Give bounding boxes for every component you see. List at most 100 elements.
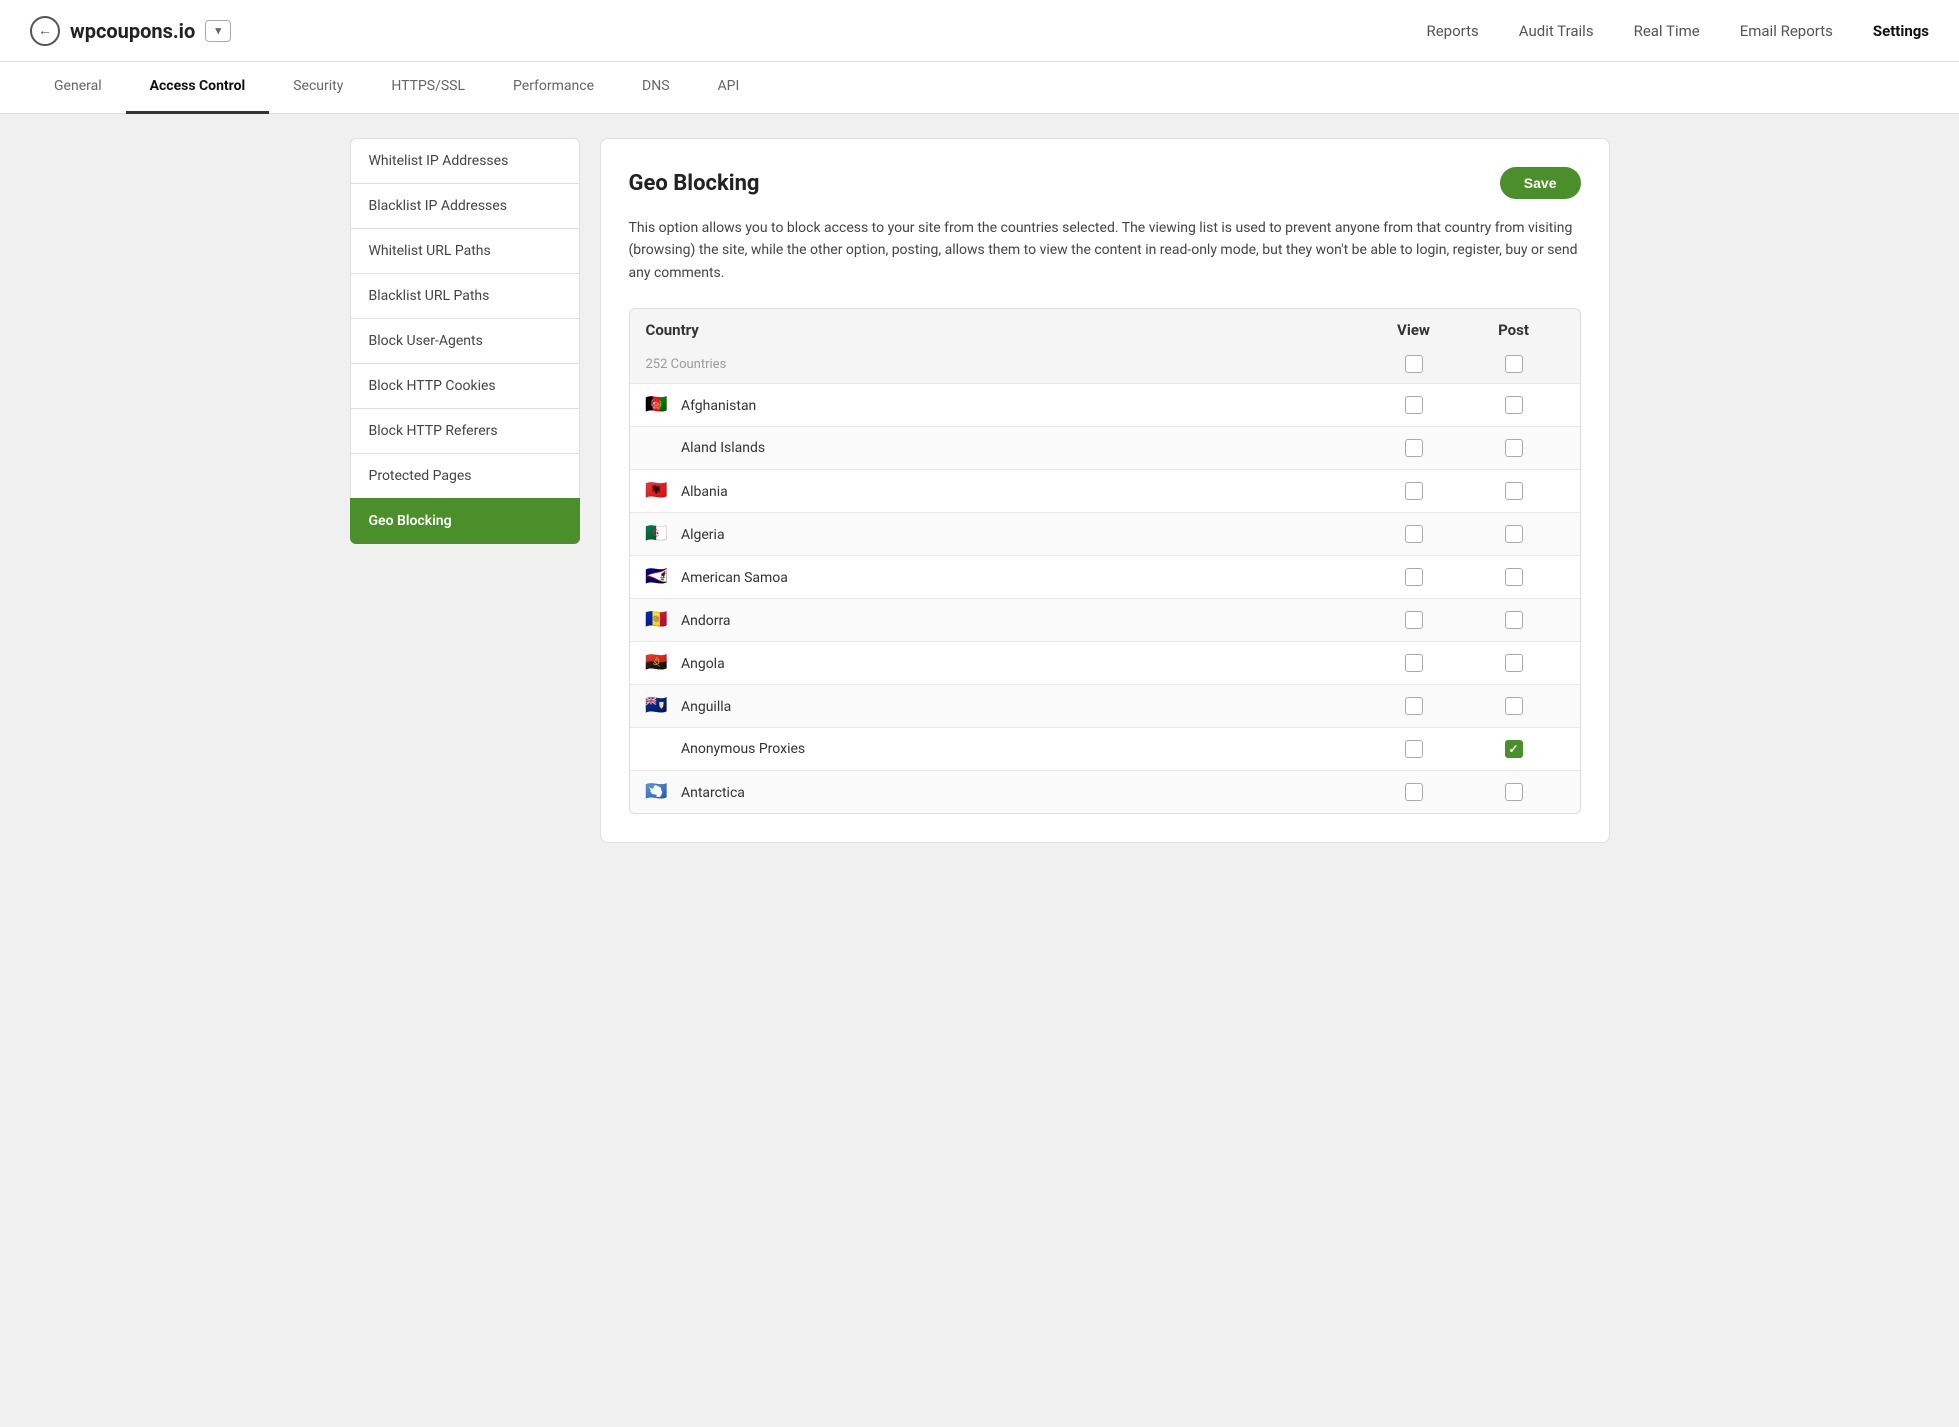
country-rows: 🇦🇫 Afghanistan Aland Islands 🇦🇱 xyxy=(630,383,1580,813)
country-name: 🇦🇱 Albania xyxy=(646,483,1364,500)
post-checkbox[interactable] xyxy=(1505,740,1523,758)
country-name: 🇦🇸 American Samoa xyxy=(646,569,1364,586)
post-checkbox-cell xyxy=(1464,783,1564,801)
post-checkbox-cell xyxy=(1464,611,1564,629)
col-country-header: Country xyxy=(646,321,1364,339)
view-checkbox-cell xyxy=(1364,525,1464,543)
tab-performance[interactable]: Performance xyxy=(489,62,618,114)
view-checkbox[interactable] xyxy=(1405,482,1423,500)
sidebar-item-block-http-referers[interactable]: Block HTTP Referers xyxy=(350,408,580,453)
country-flag: 🇦🇮 xyxy=(646,698,668,713)
view-checkbox-cell xyxy=(1364,697,1464,715)
post-checkbox[interactable] xyxy=(1505,654,1523,672)
sidebar-item-block-user-agents[interactable]: Block User-Agents xyxy=(350,318,580,363)
table-row: 🇦🇸 American Samoa xyxy=(630,555,1580,598)
post-checkbox[interactable] xyxy=(1505,783,1523,801)
country-name: 🇦🇫 Afghanistan xyxy=(646,397,1364,414)
nav-audit-trails[interactable]: Audit Trails xyxy=(1519,22,1594,40)
sidebar-item-protected-pages[interactable]: Protected Pages xyxy=(350,453,580,498)
table-row: 🇦🇱 Albania xyxy=(630,469,1580,512)
nav-real-time[interactable]: Real Time xyxy=(1634,22,1700,40)
post-checkbox-cell xyxy=(1464,740,1564,758)
content-area: Geo Blocking Save This option allows you… xyxy=(600,138,1610,843)
back-button[interactable]: ← xyxy=(30,16,60,46)
sidebar-item-blacklist-url[interactable]: Blacklist URL Paths xyxy=(350,273,580,318)
country-flag: 🇦🇩 xyxy=(646,612,668,627)
country-name: 🇦🇴 Angola xyxy=(646,655,1364,672)
country-name: 🇩🇿 Algeria xyxy=(646,526,1364,543)
table-row: Anonymous Proxies xyxy=(630,727,1580,770)
tab-dns[interactable]: DNS xyxy=(618,62,694,114)
col-post-header: Post xyxy=(1464,321,1564,339)
view-checkbox-cell xyxy=(1364,439,1464,457)
country-name: 🇦🇩 Andorra xyxy=(646,612,1364,629)
sidebar-item-geo-blocking[interactable]: Geo Blocking xyxy=(350,498,580,544)
country-flag: 🇦🇶 xyxy=(646,784,668,799)
country-flag: 🇦🇸 xyxy=(646,569,668,584)
description-text: This option allows you to block access t… xyxy=(629,217,1581,284)
sidebar: Whitelist IP Addresses Blacklist IP Addr… xyxy=(350,138,580,843)
save-button[interactable]: Save xyxy=(1500,167,1581,199)
post-checkbox-cell xyxy=(1464,568,1564,586)
country-flag: 🇦🇱 xyxy=(646,483,668,498)
view-checkbox[interactable] xyxy=(1405,783,1423,801)
table-header-row: Country View Post xyxy=(630,309,1580,351)
sidebar-item-blacklist-ip[interactable]: Blacklist IP Addresses xyxy=(350,183,580,228)
country-name: 🇦🇮 Anguilla xyxy=(646,698,1364,715)
content-header: Geo Blocking Save xyxy=(629,167,1581,199)
table-row: 🇩🇿 Algeria xyxy=(630,512,1580,555)
view-checkbox[interactable] xyxy=(1405,654,1423,672)
nav-settings[interactable]: Settings xyxy=(1873,22,1929,40)
nav-email-reports[interactable]: Email Reports xyxy=(1740,22,1833,40)
table-row: Aland Islands xyxy=(630,426,1580,469)
select-all-post-checkbox[interactable] xyxy=(1505,355,1523,373)
page-title: Geo Blocking xyxy=(629,171,760,196)
country-name: Aland Islands xyxy=(646,440,1364,456)
view-checkbox[interactable] xyxy=(1405,568,1423,586)
top-navigation: ← wpcoupons.io ▾ Reports Audit Trails Re… xyxy=(0,0,1959,62)
select-all-view-checkbox[interactable] xyxy=(1405,355,1423,373)
post-checkbox[interactable] xyxy=(1505,439,1523,457)
brand-name: wpcoupons.io xyxy=(70,19,195,43)
tab-api[interactable]: API xyxy=(694,62,764,114)
post-checkbox[interactable] xyxy=(1505,611,1523,629)
post-checkbox[interactable] xyxy=(1505,697,1523,715)
sidebar-item-block-http-cookies[interactable]: Block HTTP Cookies xyxy=(350,363,580,408)
table-row: 🇦🇫 Afghanistan xyxy=(630,383,1580,426)
country-flag: 🇦🇫 xyxy=(646,397,668,412)
view-checkbox-cell xyxy=(1364,568,1464,586)
table-row: 🇦🇶 Antarctica xyxy=(630,770,1580,813)
view-checkbox[interactable] xyxy=(1405,697,1423,715)
view-checkbox-cell xyxy=(1364,396,1464,414)
tab-general[interactable]: General xyxy=(30,62,126,114)
nav-reports[interactable]: Reports xyxy=(1426,22,1478,40)
country-name: 🇦🇶 Antarctica xyxy=(646,784,1364,801)
view-checkbox[interactable] xyxy=(1405,396,1423,414)
post-checkbox[interactable] xyxy=(1505,568,1523,586)
view-checkbox-cell xyxy=(1364,611,1464,629)
tab-https-ssl[interactable]: HTTPS/SSL xyxy=(367,62,489,114)
view-checkbox[interactable] xyxy=(1405,740,1423,758)
tab-bar: General Access Control Security HTTPS/SS… xyxy=(0,62,1959,114)
col-view-header: View xyxy=(1364,321,1464,339)
post-checkbox-cell xyxy=(1464,525,1564,543)
view-checkbox[interactable] xyxy=(1405,439,1423,457)
view-checkbox-cell xyxy=(1364,654,1464,672)
view-checkbox-cell xyxy=(1364,740,1464,758)
country-flag: 🇦🇴 xyxy=(646,655,668,670)
view-checkbox[interactable] xyxy=(1405,611,1423,629)
top-nav-links: Reports Audit Trails Real Time Email Rep… xyxy=(1426,22,1929,40)
sidebar-item-whitelist-ip[interactable]: Whitelist IP Addresses xyxy=(350,138,580,183)
post-checkbox[interactable] xyxy=(1505,482,1523,500)
view-checkbox-cell xyxy=(1364,482,1464,500)
country-count: 252 Countries xyxy=(646,357,1364,372)
view-checkbox[interactable] xyxy=(1405,525,1423,543)
post-checkbox[interactable] xyxy=(1505,396,1523,414)
tab-security[interactable]: Security xyxy=(269,62,367,114)
sidebar-item-whitelist-url[interactable]: Whitelist URL Paths xyxy=(350,228,580,273)
country-table: Country View Post 252 Countries 🇦🇫 Afgha… xyxy=(629,308,1581,814)
tab-access-control[interactable]: Access Control xyxy=(126,62,270,114)
post-checkbox[interactable] xyxy=(1505,525,1523,543)
brand-dropdown[interactable]: ▾ xyxy=(205,20,231,42)
table-row: 🇦🇩 Andorra xyxy=(630,598,1580,641)
